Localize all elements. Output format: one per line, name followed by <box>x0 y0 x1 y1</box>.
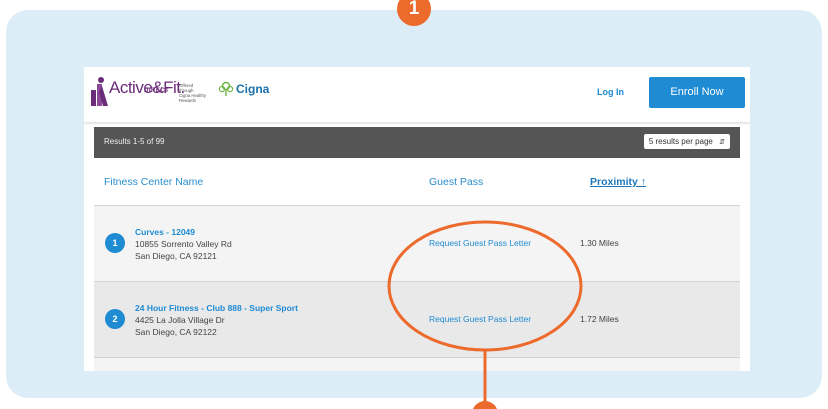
callout-dot <box>473 401 497 409</box>
annotation-overlay <box>387 220 583 409</box>
highlight-circle <box>387 220 583 352</box>
